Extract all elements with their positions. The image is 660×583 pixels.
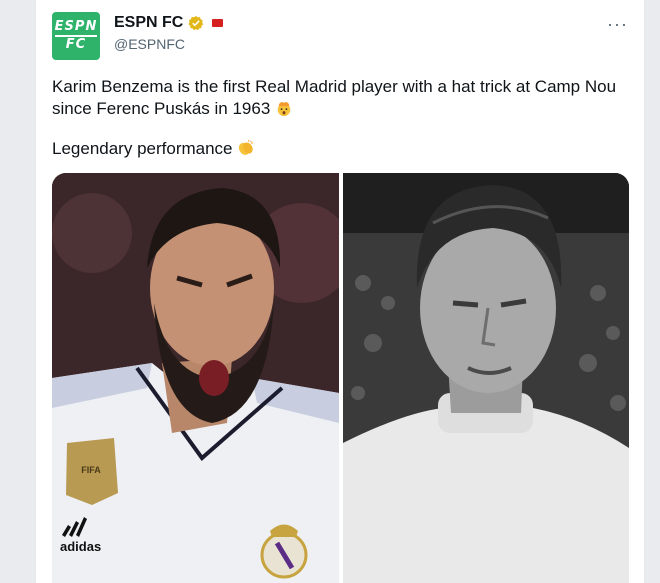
affiliate-flag-icon (212, 19, 224, 27)
tweet-text-line1: Karim Benzema is the first Real Madrid p… (52, 77, 617, 118)
puskas-photo[interactable] (343, 173, 629, 583)
more-options-button[interactable]: ··· (607, 14, 628, 35)
clapping-hands-emoji-icon (239, 139, 254, 155)
tweet-media[interactable]: FIFA adidas (52, 173, 629, 583)
puskas-photo-art (343, 173, 629, 583)
fifa-badge-text: FIFA (81, 465, 101, 475)
benzema-photo-art: FIFA adidas (52, 173, 339, 583)
handle[interactable]: @ESPNFC (114, 36, 185, 52)
adidas-logo-text: adidas (60, 539, 101, 554)
benzema-photo[interactable]: FIFA adidas (52, 173, 339, 583)
author-row: ESPN FC (114, 14, 224, 32)
exploding-head-emoji-icon (277, 102, 291, 117)
avatar-logo-line2: FC (65, 37, 87, 52)
tweet-card[interactable]: ESPN FC ESPN FC @ESPNFC ··· Karim Benzem… (35, 0, 645, 583)
avatar-logo-line1: ESPN (54, 20, 98, 37)
verified-badge-icon (188, 16, 204, 31)
tweet-text: Karim Benzema is the first Real Madrid p… (52, 76, 627, 160)
avatar[interactable]: ESPN FC (52, 12, 100, 60)
display-name[interactable]: ESPN FC (114, 14, 183, 32)
tweet-text-line2: Legendary performance (52, 139, 233, 158)
